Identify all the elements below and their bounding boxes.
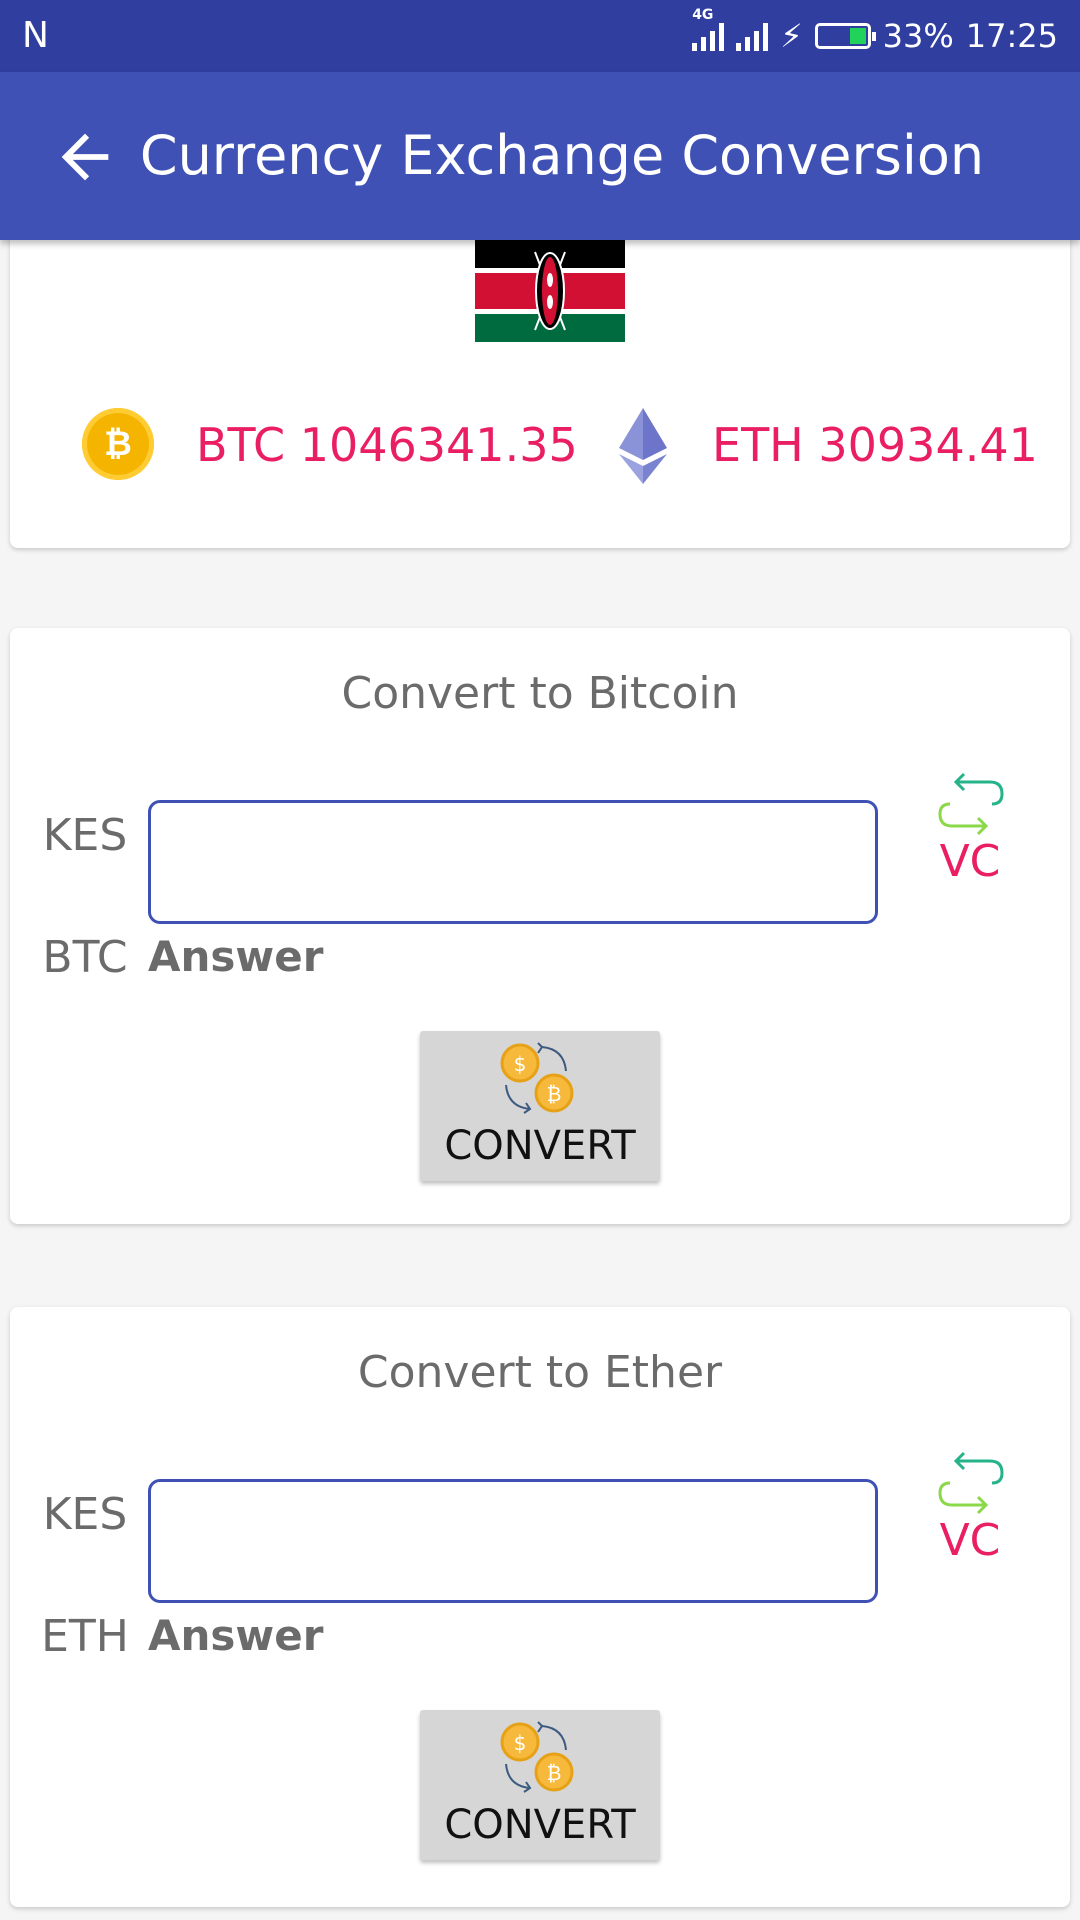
currency-exchange-icon: $ ₿ [500, 1721, 574, 1793]
page-title: Currency Exchange Conversion [139, 124, 985, 187]
app-bar: Currency Exchange Conversion [0, 72, 1080, 240]
convert-label: CONVERT [444, 1802, 636, 1848]
signal-icon [736, 21, 769, 51]
swap-arrows-icon [938, 772, 1004, 836]
btc-rate: BTC 1046341.35 [196, 418, 578, 472]
ethereum-icon [619, 408, 667, 484]
vc-label: VC [939, 1515, 1001, 1566]
battery-percent: 33% [882, 17, 954, 55]
svg-text:₿: ₿ [547, 1082, 562, 1106]
kes-label: KES [42, 1489, 128, 1540]
kenya-flag-icon [475, 240, 625, 342]
svg-text:$: $ [514, 1731, 527, 1755]
svg-text:$: $ [514, 1052, 527, 1076]
card-title: Convert to Ether [357, 1347, 723, 1398]
status-bar: N 4G ⚡ 33% 17:25 [0, 0, 1080, 72]
swap-vc-button[interactable]: VC [930, 1451, 1010, 1571]
convert-to-bitcoin-card: Convert to Bitcoin KES VC BTC Answer $ ₿… [10, 628, 1070, 1224]
battery-icon [814, 23, 876, 49]
eth-label: ETH [41, 1611, 129, 1662]
notification-icon: N [22, 15, 49, 56]
card-title: Convert to Bitcoin [341, 668, 739, 719]
convert-to-ether-card: Convert to Ether KES VC ETH Answer $ ₿ C… [10, 1307, 1070, 1907]
bitcoin-icon: ₿ [82, 408, 154, 480]
charging-icon: ⚡ [780, 17, 803, 55]
eth-answer: Answer [148, 1611, 324, 1660]
clock: 17:25 [965, 17, 1058, 55]
convert-label: CONVERT [444, 1123, 636, 1169]
swap-vc-button[interactable]: VC [930, 772, 1010, 892]
rates-card: ₿ BTC 1046341.35 ETH 30934.41 [10, 222, 1070, 548]
eth-rate: ETH 30934.41 [712, 418, 1038, 472]
convert-to-btc-button[interactable]: $ ₿ CONVERT [420, 1031, 660, 1181]
svg-text:₿: ₿ [547, 1761, 562, 1785]
btc-label: BTC [42, 932, 128, 983]
kes-amount-input[interactable] [148, 1479, 878, 1603]
swap-arrows-icon [938, 1451, 1004, 1515]
signal-4g-icon: 4G [692, 7, 725, 51]
kes-amount-input[interactable] [148, 800, 878, 924]
rates-row: ₿ BTC 1046341.35 ETH 30934.41 [10, 408, 1070, 484]
currency-exchange-icon: $ ₿ [500, 1042, 574, 1114]
convert-to-eth-button[interactable]: $ ₿ CONVERT [420, 1710, 660, 1860]
kes-label: KES [42, 810, 128, 861]
vc-label: VC [939, 836, 1001, 887]
btc-answer: Answer [148, 932, 324, 981]
